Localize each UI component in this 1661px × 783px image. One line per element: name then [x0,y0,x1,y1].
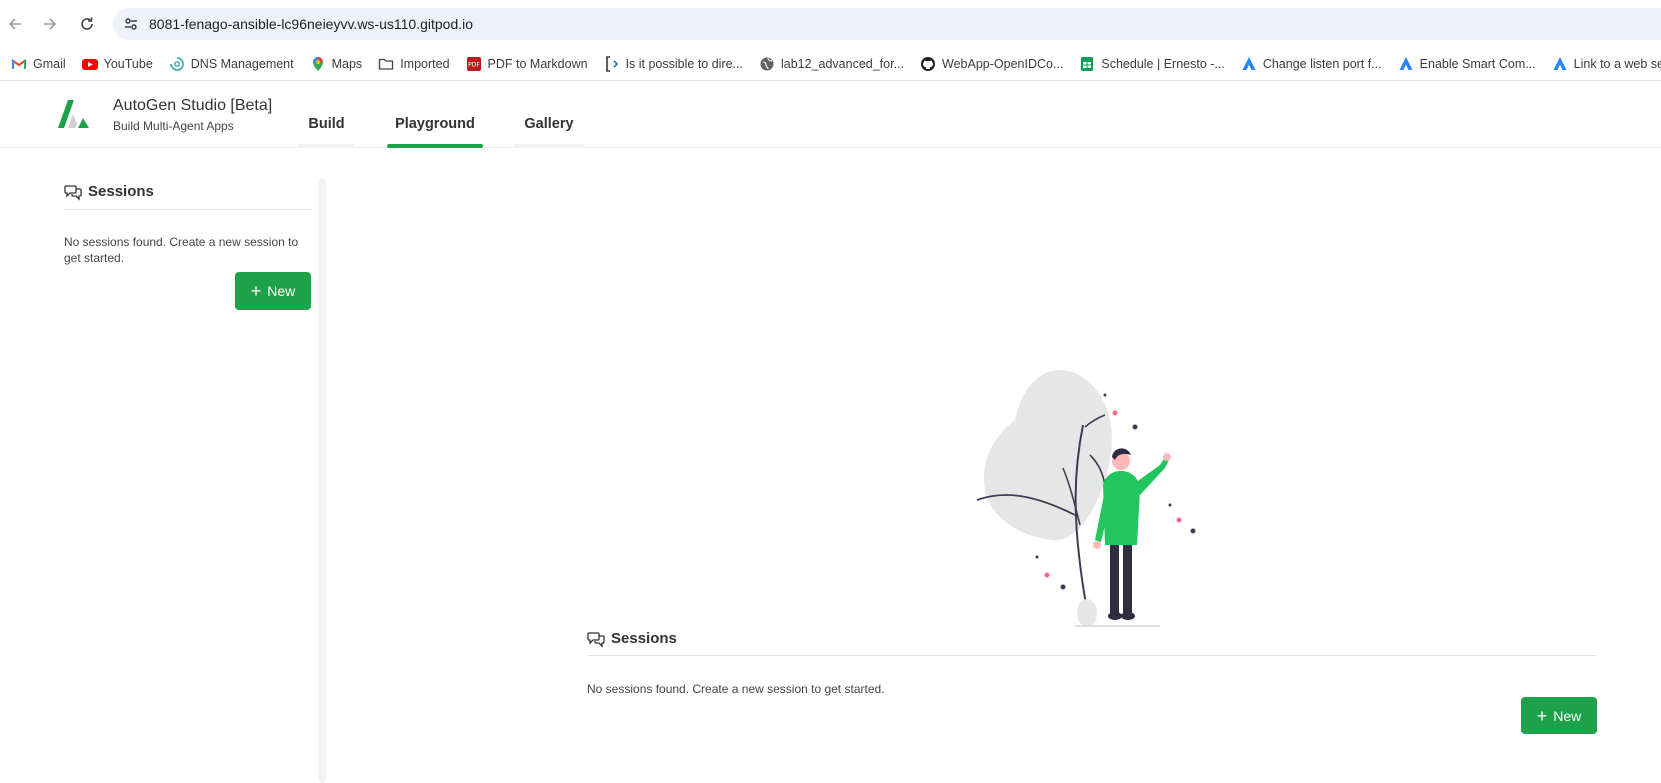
site-settings-icon[interactable] [121,14,141,34]
sheets-icon [1079,56,1095,72]
bookmarks-bar: Gmail YouTube DNS Management Maps Imported PD… [0,48,1661,81]
arrow-left-icon [8,18,21,30]
main-empty-message: No sessions found. Create a new session … [587,682,885,696]
reload-icon [81,17,93,30]
sidebar-resize-handle[interactable] [318,178,326,783]
tab-playground-indicator [387,144,483,148]
forward-button[interactable] [38,12,62,36]
bookmark-label: Is it possible to dire... [625,57,743,71]
bracket-icon [604,56,620,72]
dns-icon [169,56,185,72]
app-subtitle: Build Multi-Agent Apps [113,119,234,133]
sidebar-title: Sessions [88,183,154,200]
bookmark-item[interactable]: Gmail [5,52,72,76]
main-new-session-button[interactable]: + New [1521,697,1597,734]
sidebar-empty-message: No sessions found. Create a new session … [64,235,299,265]
empty-state-illustration [976,370,1196,627]
bookmark-item[interactable]: Link to a web servic... [1546,52,1661,76]
plus-icon: + [1536,705,1548,726]
bookmark-label: lab12_advanced_for... [780,57,905,71]
maps-icon [310,56,326,72]
sidebar-new-session-button[interactable]: + New [235,272,311,310]
bookmark-label: Imported [400,57,450,71]
tab-build-label: Build [308,116,345,132]
app-header: AutoGen Studio [Beta] Build Multi-Agent … [0,82,1661,148]
atlassian-icon [1241,56,1257,72]
bookmark-label: Enable Smart Com... [1419,57,1536,71]
sidebar-header: Sessions [64,180,311,210]
back-button[interactable] [3,12,27,36]
bookmark-label: DNS Management [190,57,294,71]
main-new-button-label: New [1553,707,1582,724]
bookmark-label: Gmail [33,57,66,71]
github-icon [920,56,936,72]
tab-build[interactable]: Build [298,116,355,148]
reload-button[interactable] [75,12,99,36]
chat-bubbles-icon [64,184,82,201]
bookmark-item[interactable]: lab12_advanced_for... [753,52,910,76]
main-sessions-header: Sessions [587,628,1597,656]
globe-icon [759,56,775,72]
tab-build-indicator [298,144,355,148]
bookmark-item[interactable]: PDF PDF to Markdown [460,52,594,76]
bookmark-item[interactable]: Maps [304,52,369,76]
browser-toolbar: 8081-fenago-ansible-lc96neieyvv.ws-us110… [0,0,1661,48]
bookmark-item[interactable]: Change listen port f... [1235,52,1388,76]
tab-playground[interactable]: Playground [387,116,483,148]
tab-playground-label: Playground [395,116,475,132]
sessions-sidebar: Sessions No sessions found. Create a new… [64,180,311,266]
bookmark-label: YouTube [103,57,153,71]
bookmark-label: Schedule | Ernesto -... [1101,57,1225,71]
plus-icon: + [250,281,262,301]
autogen-logo-icon[interactable] [56,98,90,132]
tab-gallery-indicator [514,144,584,148]
folder-icon [378,56,394,72]
tab-gallery[interactable]: Gallery [514,116,584,148]
bookmark-item[interactable]: Enable Smart Com... [1392,52,1542,76]
arrow-right-icon [44,18,57,30]
bookmark-item[interactable]: Imported [372,52,455,76]
url-text[interactable]: 8081-fenago-ansible-lc96neieyvv.ws-us110… [149,16,473,32]
address-bar[interactable]: 8081-fenago-ansible-lc96neieyvv.ws-us110… [113,8,1661,40]
bookmark-item[interactable]: WebApp-OpenIDCo... [914,52,1069,76]
bookmark-label: WebApp-OpenIDCo... [942,57,1064,71]
sidebar-new-button-label: New [267,283,296,299]
app-title: AutoGen Studio [Beta] [113,97,273,114]
chat-bubbles-icon [587,631,605,648]
pdf-icon: PDF [466,56,482,72]
bookmark-item[interactable]: YouTube [76,52,159,76]
main-sessions-title: Sessions [611,630,677,647]
bookmark-item[interactable]: DNS Management [163,52,300,76]
atlassian-icon [1398,56,1414,72]
tab-gallery-label: Gallery [524,116,574,132]
svg-text:PDF: PDF [468,62,480,69]
bookmark-item[interactable]: Schedule | Ernesto -... [1073,52,1230,76]
bookmark-label: Change listen port f... [1262,57,1382,71]
bookmark-label: Link to a web servic... [1573,57,1661,71]
bookmark-label: PDF to Markdown [487,57,588,71]
bookmark-item[interactable]: Is it possible to dire... [598,52,749,76]
atlassian-icon [1552,56,1568,72]
youtube-icon [81,56,98,72]
main-sessions-panel: Sessions No sessions found. Create a new… [587,628,1597,696]
gmail-icon [11,56,27,72]
bookmark-label: Maps [331,57,363,71]
